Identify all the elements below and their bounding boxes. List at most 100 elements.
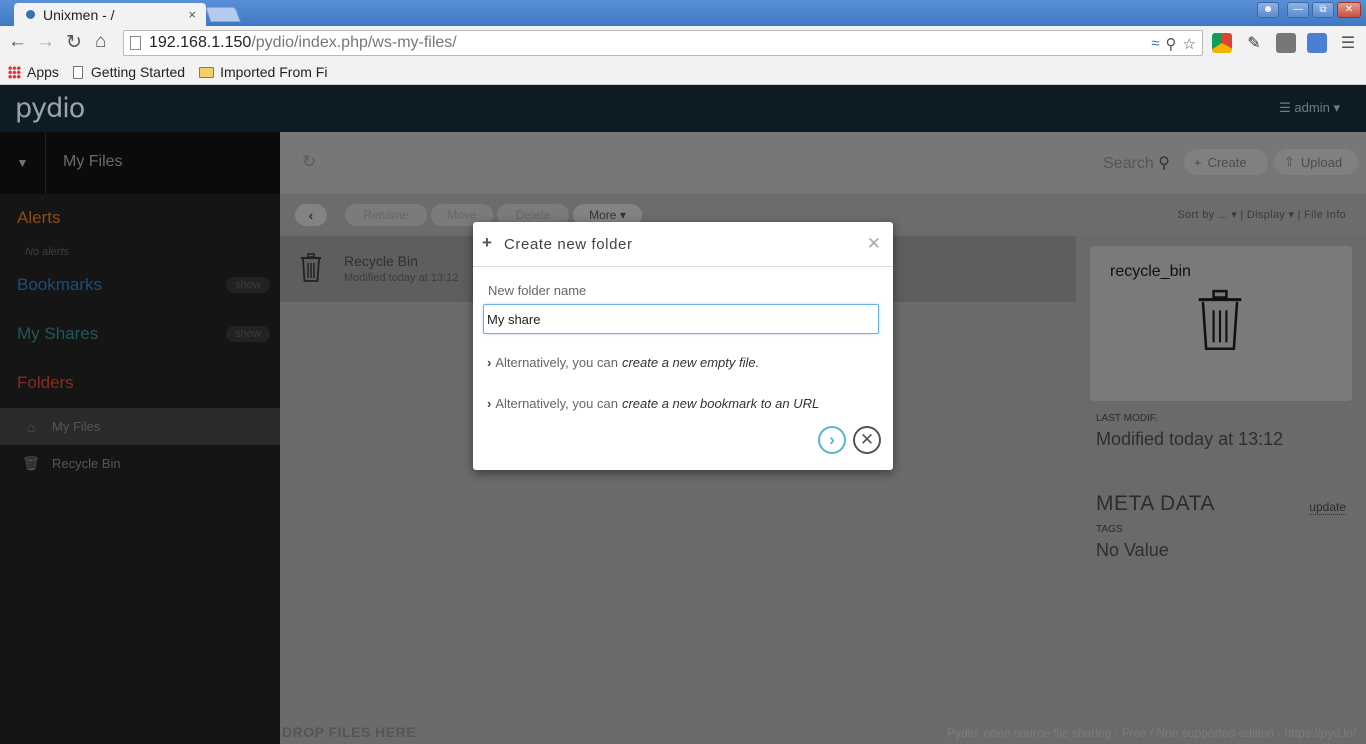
file-info-panel: recycle_bin LAST MODIF. Modified today a… (1076, 236, 1366, 744)
tags-value: No Value (1096, 540, 1169, 560)
more-label: More (589, 208, 617, 222)
folder-item-my-files[interactable]: ⌂ My Files (0, 408, 280, 445)
apps-grid-icon (8, 65, 21, 79)
upload-button[interactable]: ⇧ Upload (1274, 149, 1358, 175)
file-info-toggle[interactable]: File Info (1304, 209, 1346, 221)
address-bar[interactable]: 192.168.1.150/pydio/index.php/ws-my-file… (123, 30, 1203, 56)
key-icon[interactable]: ⚲ (1166, 35, 1177, 53)
caret-down-icon: ▾ (1333, 100, 1340, 115)
bookmarks-show-button[interactable]: show (226, 277, 270, 293)
user-profile-icon[interactable]: ☻ (1257, 2, 1279, 18)
folder-name-label: New folder name (488, 283, 587, 298)
folder-label: Recycle Bin (52, 456, 121, 471)
bookmark-imported[interactable]: Imported From Fi (199, 64, 327, 80)
user-name: admin (1294, 100, 1330, 115)
bookmarks-bar: Apps Getting Started Imported From Fi (0, 60, 1366, 85)
back-arrow-icon[interactable]: ← (8, 31, 27, 53)
view-options: Sort by ... ▾ | Display ▾ | File Info (1177, 208, 1346, 221)
create-bookmark-link[interactable]: create a new bookmark to an URL (622, 396, 819, 411)
left-sidebar: ▼ My Files Alerts No alerts Bookmarks sh… (0, 132, 294, 744)
chevron-right-icon: › (487, 355, 492, 370)
page-icon (72, 65, 83, 79)
maximize-icon[interactable]: ⧉ (1312, 2, 1334, 18)
user-menu[interactable]: ☰ admin ▾ (1279, 100, 1340, 116)
logo-text: pydio (15, 93, 85, 124)
drop-files-hint: DROP FILES HERE (282, 724, 417, 740)
bookmark-star-icon[interactable]: ☆ (1183, 35, 1196, 53)
folder-name-input[interactable] (483, 304, 879, 334)
plus-icon: + (1194, 154, 1202, 170)
url-path: /pydio/index.php/ws-my-files/ (251, 34, 457, 51)
chrome-extension-icon[interactable] (1212, 33, 1232, 53)
create-button[interactable]: + Create (1184, 149, 1268, 175)
search-placeholder: Search (1103, 155, 1154, 172)
create-folder-dialog: + Create new folder ✕ New folder name › … (473, 222, 893, 470)
pen-extension-icon[interactable]: ✎ (1244, 33, 1264, 53)
folder-icon (199, 66, 215, 78)
file-name: Recycle Bin (344, 253, 418, 269)
home-icon[interactable]: ⌂ (95, 31, 106, 53)
bookmark-label: Imported From Fi (220, 64, 328, 80)
trash-icon: 🗑 (22, 455, 40, 471)
display-menu[interactable]: Display (1247, 209, 1285, 221)
window-close-icon[interactable]: ✕ (1337, 2, 1361, 18)
trash-icon (301, 253, 321, 282)
tab-close-icon[interactable]: × (188, 7, 196, 22)
dialog-close-icon[interactable]: ✕ (867, 234, 881, 254)
caret-down-icon: ▾ (1231, 209, 1238, 221)
chevron-right-icon: › (487, 396, 492, 411)
trash-icon (1198, 289, 1242, 351)
google-translate-icon[interactable] (1307, 33, 1327, 53)
workspace-switcher-caret-icon[interactable]: ▼ (0, 132, 46, 194)
sort-by-menu[interactable]: Sort by ... (1177, 209, 1227, 221)
shares-show-button[interactable]: show (226, 326, 270, 342)
info-preview-card: recycle_bin (1090, 246, 1352, 401)
bookmark-label: Getting Started (90, 64, 186, 80)
no-alerts-text: No alerts (25, 246, 70, 258)
reload-icon[interactable]: ↻ (66, 31, 82, 54)
alerts-title: Alerts (17, 208, 61, 227)
search-icon: ⚲ (1158, 155, 1170, 172)
chrome-menu-icon[interactable]: ☰ (1338, 33, 1358, 53)
alt-empty-file-row: › Alternatively, you can create a new em… (487, 355, 759, 370)
new-tab-button[interactable] (205, 7, 241, 22)
create-empty-file-link[interactable]: create a new empty file. (622, 355, 759, 370)
info-file-name: recycle_bin (1110, 263, 1191, 280)
browser-tab-strip: Unixmen - / × ☻ — ⧉ ✕ (0, 0, 1366, 26)
keyboard-extension-icon[interactable] (1276, 33, 1296, 53)
tags-label: TAGS (1096, 524, 1123, 535)
folder-label: My Files (52, 419, 101, 434)
folder-item-recycle-bin[interactable]: 🗑 Recycle Bin (0, 445, 280, 482)
rename-button[interactable]: Rename (345, 204, 427, 226)
translate-wave-icon[interactable]: ≈ (1151, 35, 1159, 53)
meta-update-link[interactable]: update (1309, 500, 1346, 515)
hamburger-icon: ☰ (1279, 100, 1291, 115)
upload-label: Upload (1300, 154, 1343, 170)
file-modified: Modified today at 13:12 (344, 272, 459, 284)
refresh-icon[interactable]: ↻ (302, 152, 316, 172)
create-label: Create (1207, 154, 1247, 170)
workspace-header: ▼ My Files (0, 132, 294, 194)
search-box[interactable]: Search ⚲ (1103, 153, 1170, 173)
dialog-title: Create new folder (504, 236, 633, 253)
last-modif-value: Modified today at 13:12 (1096, 429, 1284, 449)
forward-arrow-icon[interactable]: → (36, 31, 55, 53)
caret-down-icon: ▾ (1288, 209, 1295, 221)
browser-toolbar: ← → ↻ ⌂ 192.168.1.150/pydio/index.php/ws… (0, 26, 1366, 60)
action-bar: ↻ Search ⚲ + Create ⇧ Upload (280, 132, 1366, 194)
tab-title: Unixmen - / (43, 6, 115, 23)
minimize-icon[interactable]: — (1287, 2, 1309, 18)
upload-icon: ⇧ (1284, 154, 1295, 169)
favicon-icon (26, 10, 35, 19)
browser-tab[interactable]: Unixmen - / × (14, 3, 206, 26)
alt-prefix: Alternatively, you can (495, 396, 618, 411)
cancel-button[interactable]: ✕ (853, 426, 881, 454)
shares-title: My Shares (17, 324, 99, 343)
bookmark-apps[interactable]: Apps (8, 64, 59, 80)
dialog-header: + Create new folder ✕ (473, 222, 893, 267)
back-chevron-button[interactable]: ‹ (295, 204, 327, 226)
bookmark-getting-started[interactable]: Getting Started (72, 64, 186, 80)
submit-button[interactable]: › (818, 426, 846, 454)
url-host: 192.168.1.150 (149, 34, 252, 51)
home-icon: ⌂ (26, 418, 36, 435)
